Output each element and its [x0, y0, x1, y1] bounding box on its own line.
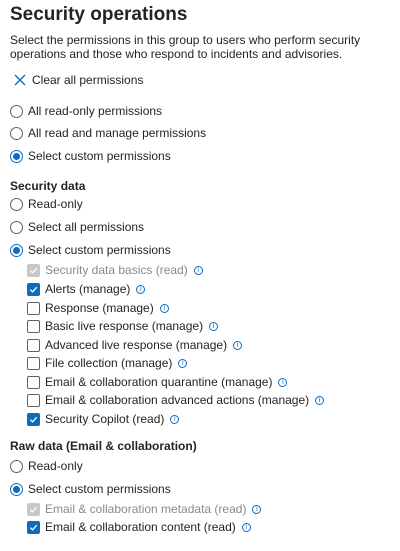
permission-label: Email & collaboration quarantine (manage…: [45, 375, 273, 389]
page-description: Select the permissions in this group to …: [10, 33, 361, 61]
info-icon[interactable]: i: [159, 303, 169, 313]
checkbox-checked[interactable]: [27, 412, 40, 426]
radio-button-selected[interactable]: [10, 482, 23, 496]
permission-file-collection[interactable]: File collection (manage) i: [27, 355, 188, 371]
section-heading-security-data: Security data: [10, 179, 86, 193]
checkbox-disabled: [27, 502, 40, 516]
clear-all-permissions-button[interactable]: Clear all permissions: [14, 73, 143, 87]
info-icon[interactable]: i: [252, 504, 262, 514]
radio-label: Select custom permissions: [28, 149, 171, 163]
permission-basic-live-response[interactable]: Basic live response (manage) i: [27, 318, 219, 334]
radio-label: Read-only: [28, 197, 83, 211]
radio-button-selected[interactable]: [10, 149, 23, 163]
permission-security-data-basics: Security data basics (read) i: [27, 262, 203, 278]
radio-select-custom-permissions[interactable]: Select custom permissions: [10, 148, 171, 164]
permission-advanced-live-response[interactable]: Advanced live response (manage) i: [27, 337, 243, 353]
checkbox[interactable]: [27, 301, 40, 315]
permission-label: Response (manage): [45, 301, 154, 315]
security-data-radio-select-custom[interactable]: Select custom permissions: [10, 242, 171, 258]
checkmark-icon: [29, 267, 38, 274]
info-icon[interactable]: i: [209, 321, 219, 331]
radio-button[interactable]: [10, 126, 23, 140]
radio-button[interactable]: [10, 459, 23, 473]
checkbox-checked[interactable]: [27, 520, 40, 534]
info-icon[interactable]: i: [241, 522, 251, 532]
permission-email-collab-advanced-actions[interactable]: Email & collaboration advanced actions (…: [27, 392, 325, 408]
info-icon[interactable]: i: [193, 265, 203, 275]
permission-label: Security Copilot (read): [45, 412, 165, 426]
checkbox[interactable]: [27, 338, 40, 352]
permission-label: Security data basics (read): [45, 263, 188, 277]
permission-email-collab-metadata: Email & collaboration metadata (read) i: [27, 501, 262, 517]
radio-button[interactable]: [10, 220, 23, 234]
checkmark-icon: [29, 416, 38, 423]
checkbox-disabled: [27, 263, 40, 277]
permission-label: Email & collaboration content (read): [45, 520, 236, 534]
security-operations-panel: Security operations Select the permissio…: [0, 0, 400, 551]
raw-data-radio-read-only[interactable]: Read-only: [10, 458, 83, 474]
radio-label: Select custom permissions: [28, 243, 171, 257]
radio-button[interactable]: [10, 104, 23, 118]
radio-all-read-and-manage[interactable]: All read and manage permissions: [10, 125, 206, 141]
permission-label: Advanced live response (manage): [45, 338, 228, 352]
security-data-radio-read-only[interactable]: Read-only: [10, 196, 83, 212]
permission-label: Email & collaboration metadata (read): [45, 502, 247, 516]
permission-label: Email & collaboration advanced actions (…: [45, 393, 310, 407]
checkbox-checked[interactable]: [27, 282, 40, 296]
info-icon[interactable]: i: [136, 284, 146, 294]
checkmark-icon: [29, 506, 38, 513]
permission-email-collab-quarantine[interactable]: Email & collaboration quarantine (manage…: [27, 374, 288, 390]
radio-button[interactable]: [10, 197, 23, 211]
radio-label: All read-only permissions: [28, 104, 163, 118]
checkbox[interactable]: [27, 356, 40, 370]
clear-all-permissions-label: Clear all permissions: [32, 73, 144, 87]
raw-data-radio-select-custom[interactable]: Select custom permissions: [10, 481, 171, 497]
info-icon[interactable]: i: [170, 414, 180, 424]
permission-security-copilot[interactable]: Security Copilot (read) i: [27, 411, 180, 427]
radio-label: Read-only: [28, 459, 83, 473]
permission-label: File collection (manage): [45, 356, 173, 370]
permission-email-collab-content[interactable]: Email & collaboration content (read) i: [27, 519, 251, 535]
info-icon[interactable]: i: [178, 358, 188, 368]
checkmark-icon: [29, 286, 38, 293]
checkbox[interactable]: [27, 319, 40, 333]
checkmark-icon: [29, 524, 38, 531]
radio-label: All read and manage permissions: [28, 126, 207, 140]
permission-label: Alerts (manage): [45, 282, 131, 296]
checkbox[interactable]: [27, 393, 40, 407]
checkbox[interactable]: [27, 375, 40, 389]
radio-button-selected[interactable]: [10, 243, 23, 257]
close-icon: [14, 74, 26, 86]
section-heading-raw-data: Raw data (Email & collaboration): [10, 439, 197, 453]
info-icon[interactable]: i: [233, 340, 243, 350]
info-icon[interactable]: i: [278, 377, 288, 387]
radio-label: Select custom permissions: [28, 482, 171, 496]
info-icon[interactable]: i: [315, 395, 325, 405]
radio-label: Select all permissions: [28, 220, 145, 234]
page-title: Security operations: [10, 4, 188, 25]
permission-label: Basic live response (manage): [45, 319, 204, 333]
permission-alerts-manage[interactable]: Alerts (manage) i: [27, 281, 146, 297]
security-data-radio-select-all[interactable]: Select all permissions: [10, 219, 144, 235]
permission-response-manage[interactable]: Response (manage) i: [27, 300, 169, 316]
radio-all-read-only[interactable]: All read-only permissions: [10, 103, 162, 119]
